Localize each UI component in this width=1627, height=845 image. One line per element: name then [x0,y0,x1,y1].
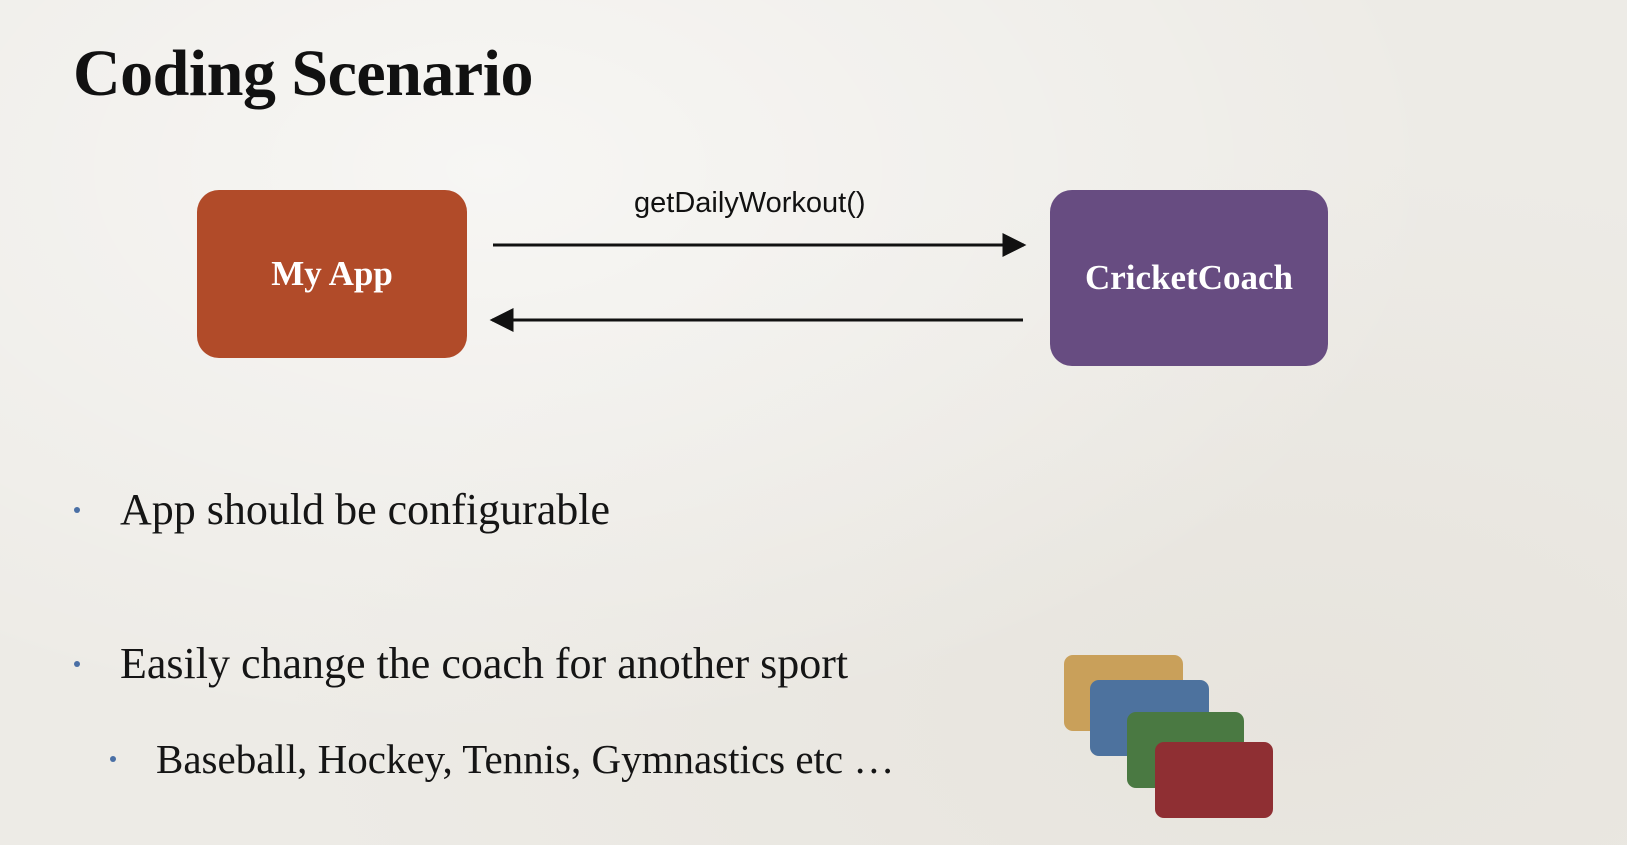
bullet-item: Easily change the coach for another spor… [74,636,848,692]
slide-title: Coding Scenario [73,37,534,110]
bullet-icon [74,661,80,667]
get-daily-workout-label: getDailyWorkout() [634,187,866,219]
cricket-coach-label: CricketCoach [1084,258,1293,297]
bullet-item: App should be configurable [74,482,610,538]
my-app-box: My App [197,190,467,358]
my-app-label: My App [271,254,393,293]
bullet-text: Easily change the coach for another spor… [120,639,849,688]
bullet-icon [110,756,116,762]
diagram-arrows [489,233,1027,332]
slide: Coding Scenario My App getDailyWorkout()… [0,0,1627,845]
bullet-text: App should be configurable [120,485,610,534]
sub-bullet-item: Baseball, Hockey, Tennis, Gymnastics etc… [110,733,894,785]
coach-card-red [1155,742,1273,818]
bullet-icon [74,507,80,513]
sub-bullet-text: Baseball, Hockey, Tennis, Gymnastics etc… [156,736,895,782]
cricket-coach-box: CricketCoach [1050,190,1328,366]
